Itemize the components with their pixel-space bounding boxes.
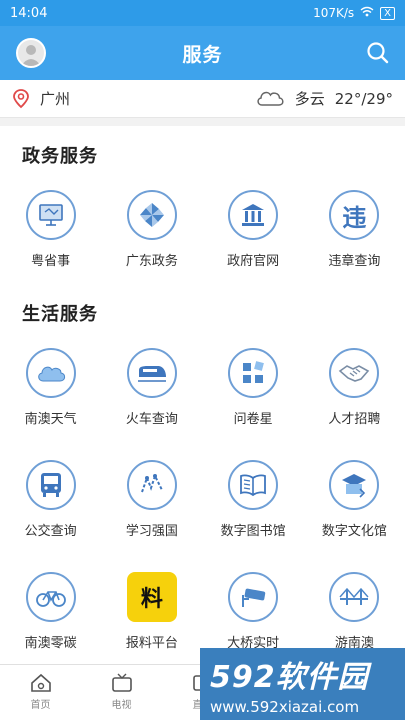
- service-label: 数字文化馆: [321, 524, 387, 539]
- service-item-gd-gov[interactable]: 广东政务: [101, 190, 202, 302]
- service-item-study[interactable]: 学习强国: [101, 460, 202, 572]
- service-label: 违章查询: [328, 254, 381, 269]
- search-button[interactable]: [365, 40, 391, 66]
- section-title-gov: 政务服务: [22, 146, 98, 167]
- grid-icon: [228, 348, 279, 398]
- government-building-icon: [228, 190, 279, 240]
- status-bar: 14:04 107K/s X: [0, 0, 405, 26]
- tab-label: 首页: [30, 700, 51, 711]
- pinwheel-icon: [126, 190, 177, 240]
- wifi-icon: [360, 6, 374, 20]
- service-item-culture[interactable]: 数字文化馆: [304, 460, 405, 572]
- home-icon: [30, 673, 51, 692]
- watermark-brand: 592软件园: [210, 660, 369, 695]
- gov-services-grid: 粤省事 广东政务 政府官网 违 违章查询: [0, 190, 405, 302]
- tab-home[interactable]: 首页: [0, 665, 81, 720]
- page-title: 服务: [182, 43, 223, 66]
- service-label: 政府官网: [227, 254, 280, 269]
- service-item-weather[interactable]: 南澳天气: [0, 348, 101, 460]
- culture-icon: [329, 460, 380, 510]
- service-label: 数字图书馆: [220, 524, 286, 539]
- service-label: 公交查询: [24, 524, 77, 539]
- service-label: 火车查询: [125, 412, 178, 427]
- status-time: 14:04: [10, 5, 48, 21]
- location-pin-icon[interactable]: [12, 88, 30, 109]
- section-title-life: 生活服务: [22, 304, 98, 325]
- violation-icon: 违: [329, 190, 380, 240]
- service-label: 粤省事: [31, 254, 71, 269]
- weather-desc: 多云: [294, 90, 325, 108]
- report-icon: 料: [126, 572, 177, 622]
- computer-icon: [25, 190, 76, 240]
- camera-icon: [228, 572, 279, 622]
- search-icon: [367, 42, 389, 64]
- violation-glyph: 违: [342, 203, 367, 232]
- user-avatar[interactable]: [16, 38, 46, 68]
- service-item-train[interactable]: 火车查询: [101, 348, 202, 460]
- city-name[interactable]: 广州: [40, 88, 70, 109]
- network-speed: 107K/s: [313, 6, 355, 20]
- life-services-grid: 南澳天气 火车查询 问卷星 人才招聘 公交查询 学习强国 数字图书馆 数字文化馆…: [0, 348, 405, 684]
- service-item-bus[interactable]: 公交查询: [0, 460, 101, 572]
- service-label: 学习强国: [125, 524, 178, 539]
- battery-icon: X: [380, 6, 395, 20]
- train-icon: [126, 348, 177, 398]
- tab-label: 电视: [111, 700, 132, 711]
- service-item-survey[interactable]: 问卷星: [203, 348, 304, 460]
- section-divider: [0, 118, 405, 126]
- watermark-banner: 592软件园 www.592xiazai.com: [200, 648, 405, 720]
- temperature: 22°/29°: [334, 89, 393, 108]
- service-label: 报料平台: [125, 636, 178, 651]
- watermark-url: www.592xiazai.com: [210, 698, 360, 716]
- service-label: 人才招聘: [328, 412, 381, 427]
- app-header: 服务: [0, 26, 405, 80]
- location-bar: 广州 多云 22°/29°: [0, 80, 405, 118]
- service-label: 南澳零碳: [24, 636, 77, 651]
- tab-tv[interactable]: 电视: [81, 665, 162, 720]
- study-icon: [126, 460, 177, 510]
- cloud-icon: [25, 348, 76, 398]
- book-icon: [228, 460, 279, 510]
- bridge-icon: [329, 572, 380, 622]
- report-glyph: 料: [140, 587, 163, 612]
- service-item-recruit[interactable]: 人才招聘: [304, 348, 405, 460]
- weather-info[interactable]: 多云 22°/29°: [255, 87, 393, 111]
- service-label: 问卷星: [233, 412, 273, 427]
- bicycle-icon: [25, 572, 76, 622]
- service-item-gov-site[interactable]: 政府官网: [203, 190, 304, 302]
- handshake-icon: [329, 348, 380, 398]
- service-label: 南澳天气: [24, 412, 77, 427]
- service-item-library[interactable]: 数字图书馆: [203, 460, 304, 572]
- bus-icon: [25, 460, 76, 510]
- service-item-yueshengshi[interactable]: 粤省事: [0, 190, 101, 302]
- tv-icon: [111, 673, 132, 692]
- service-label: 广东政务: [125, 254, 178, 269]
- service-item-violation[interactable]: 违 违章查询: [304, 190, 405, 302]
- cloud-weather-icon: [255, 87, 285, 111]
